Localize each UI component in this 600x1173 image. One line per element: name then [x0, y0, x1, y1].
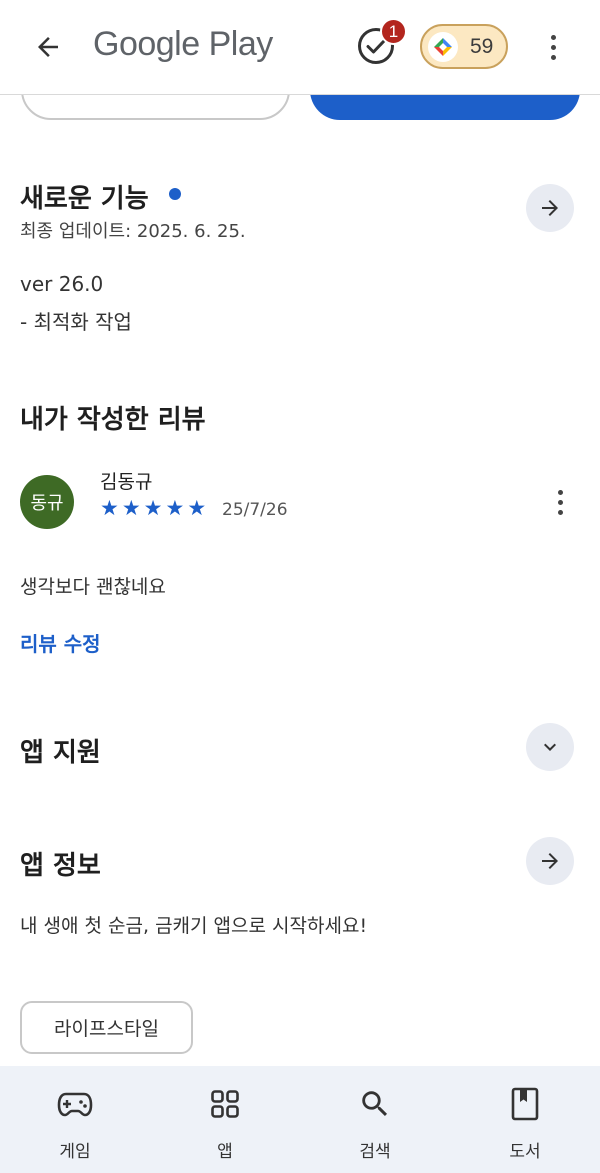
play-points-icon — [428, 31, 458, 62]
arrow-right-icon — [542, 200, 558, 216]
review-text: 생각보다 괜찮네요 — [20, 576, 166, 598]
star-rating: ★ ★ ★ ★ ★ — [100, 496, 206, 520]
last-updated-text: 최종 업데이트: 2025. 6. 25. — [20, 221, 246, 242]
version-text: ver 26.0 — [20, 272, 104, 296]
whats-new-title: 새로운 기능 — [20, 184, 149, 214]
app-description: 내 생애 첫 순금, 금캐기 앱으로 시작하세요! — [20, 915, 368, 937]
nav-label: 게임 — [59, 1142, 91, 1162]
nav-item-apps[interactable]: 앱 — [150, 1066, 300, 1173]
nav-label: 도서 — [509, 1142, 541, 1162]
bottom-navigation: 게임 앱 검색 도서 — [0, 1066, 600, 1173]
reviewer-name: 김동규 — [100, 471, 153, 493]
back-arrow-icon[interactable] — [28, 27, 68, 67]
app-info-arrow-button[interactable] — [526, 837, 574, 885]
my-review-title: 내가 작성한 리뷰 — [20, 405, 206, 435]
nav-label: 검색 — [359, 1142, 391, 1162]
star-icon: ★ — [165, 496, 185, 520]
play-points-value: 59 — [470, 34, 494, 58]
avatar: 동규 — [20, 475, 74, 529]
app-support-expand-button[interactable] — [526, 723, 574, 771]
book-icon — [507, 1086, 543, 1122]
google-play-logo: Google Play — [93, 25, 273, 63]
gamepad-icon — [57, 1086, 93, 1122]
notification-count-badge: 1 — [380, 18, 407, 45]
whats-new-arrow-button[interactable] — [526, 184, 574, 232]
nav-item-games[interactable]: 게임 — [0, 1066, 150, 1173]
update-note-text: - 최적화 작업 — [20, 310, 132, 334]
apps-grid-icon — [207, 1086, 243, 1122]
search-icon — [357, 1086, 393, 1122]
play-points-chip[interactable]: 59 — [420, 24, 508, 69]
top-app-bar: Google Play 1 59 — [0, 0, 600, 95]
app-support-title: 앱 지원 — [20, 738, 101, 768]
star-icon: ★ — [100, 496, 119, 520]
nav-item-search[interactable]: 검색 — [300, 1066, 450, 1173]
app-info-title: 앱 정보 — [20, 851, 101, 881]
review-date: 25/7/26 — [222, 500, 288, 520]
review-more-options-icon[interactable] — [548, 485, 572, 519]
category-chip[interactable]: 라이프스타일 — [20, 1001, 193, 1054]
nav-label: 앱 — [217, 1142, 233, 1162]
star-icon: ★ — [143, 496, 163, 520]
edit-review-link[interactable]: 리뷰 수정 — [20, 628, 101, 657]
arrow-right-icon — [542, 853, 558, 869]
star-icon: ★ — [187, 496, 207, 520]
more-options-icon[interactable] — [540, 27, 566, 67]
nav-item-books[interactable]: 도서 — [450, 1066, 600, 1173]
chevron-down-icon — [544, 743, 556, 751]
star-icon: ★ — [121, 496, 141, 520]
new-indicator-dot — [169, 188, 181, 200]
